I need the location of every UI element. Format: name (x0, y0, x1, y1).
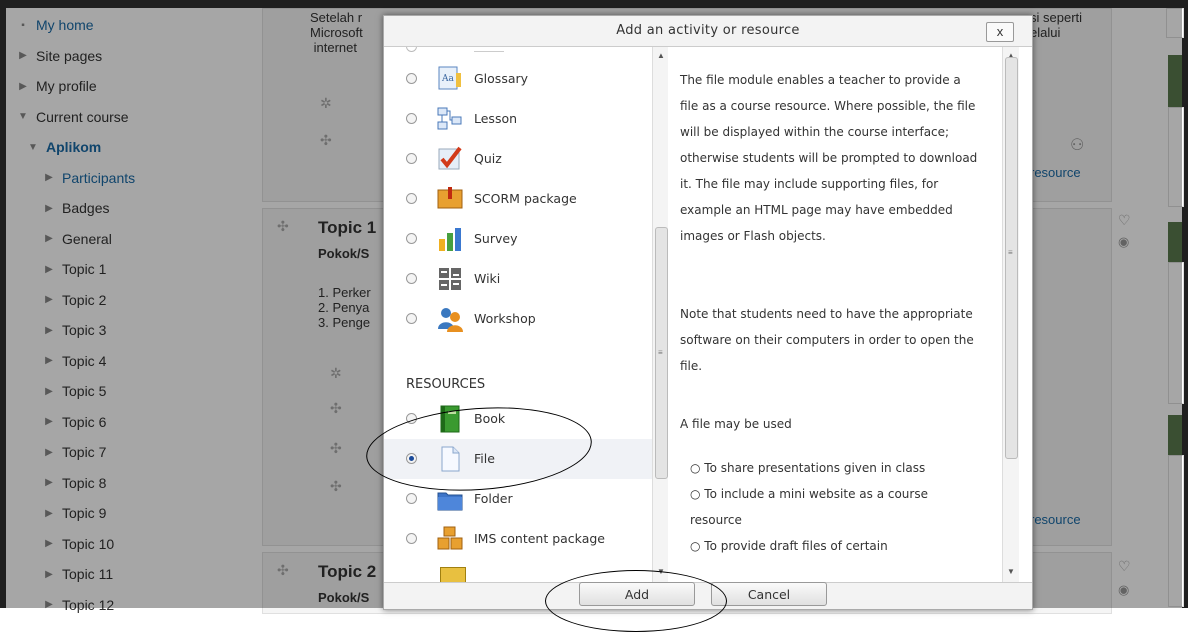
list-item-text: To provide draft files of certain (704, 539, 888, 553)
close-button[interactable]: x (986, 22, 1014, 42)
option-radio[interactable] (406, 273, 417, 284)
bullet-icon: ○ (690, 487, 705, 501)
grip-icon: ≡ (658, 348, 663, 357)
option-label: IMS content package (474, 531, 605, 546)
option-lesson[interactable]: Lesson (384, 99, 652, 139)
resources-section-header: RESOURCES (406, 377, 486, 392)
lesson-icon (436, 105, 464, 133)
option-radio[interactable] (406, 533, 417, 544)
option-label: SCORM package (474, 191, 577, 206)
file-icon (436, 445, 464, 473)
description-paragraph: A file may be used (680, 417, 792, 431)
option-file[interactable]: File (384, 439, 652, 479)
option-label: Quiz (474, 151, 502, 166)
module-description: The file module enables a teacher to pro… (668, 47, 1002, 582)
option-label: File (474, 451, 495, 466)
add-button[interactable]: Add (579, 582, 695, 606)
svg-text:Aa: Aa (441, 74, 454, 84)
option-quiz[interactable]: Quiz (384, 139, 652, 179)
survey-icon (436, 225, 464, 253)
option-radio[interactable] (406, 493, 417, 504)
description-paragraph: The file module enables a teacher to pro… (680, 73, 978, 243)
option-scorm-package[interactable]: SCORM package (384, 179, 652, 219)
option-radio[interactable] (406, 73, 417, 84)
option-survey[interactable]: Survey (384, 219, 652, 259)
scrollbar-thumb[interactable]: ≡ (1005, 57, 1018, 459)
option-label: Book (474, 411, 506, 426)
option-list-scrollbar[interactable]: ▲ ≡ ▼ (652, 47, 669, 582)
scrollbar-thumb[interactable]: ≡ (655, 227, 668, 479)
grip-icon: ≡ (1008, 248, 1013, 257)
scroll-down-icon[interactable]: ▼ (1007, 567, 1015, 576)
dialog-footer: Add Cancel (384, 582, 1032, 609)
list-item-text: To include a mini website as a course re… (690, 487, 928, 527)
option-radio[interactable] (406, 313, 417, 324)
option-radio[interactable] (406, 193, 417, 204)
scroll-up-icon[interactable]: ▲ (657, 51, 665, 60)
radio-partial (406, 47, 417, 52)
wiki-icon (436, 265, 464, 293)
description-paragraph: Note that students need to have the appr… (680, 307, 974, 373)
option-radio[interactable] (406, 413, 417, 424)
bullet-icon: ○ (690, 539, 705, 553)
option-radio[interactable] (406, 153, 417, 164)
option-label: Lesson (474, 111, 518, 126)
option-ims-content-package[interactable]: IMS content package (384, 519, 652, 559)
module-option-list: RESOURCES Aa Glossary Lesson Quiz SCORM pack… (384, 47, 652, 582)
option-book[interactable]: Book (384, 399, 652, 439)
workshop-icon (436, 305, 464, 333)
cancel-button[interactable]: Cancel (711, 582, 827, 606)
option-folder[interactable]: Folder (384, 479, 652, 519)
dialog-body: RESOURCES Aa Glossary Lesson Quiz SCORM pack… (384, 46, 1032, 583)
folder-icon (436, 485, 464, 513)
add-activity-dialog: Add an activity or resource x RESOURCES … (383, 15, 1033, 610)
glossary-icon: Aa (436, 65, 464, 93)
option-workshop[interactable]: Workshop (384, 299, 652, 339)
scroll-down-icon[interactable]: ▼ (657, 567, 665, 576)
option-label: Wiki (474, 271, 501, 286)
partial-option-icon (440, 567, 466, 582)
close-icon: x (996, 24, 1004, 39)
list-top-cutoff (384, 47, 652, 59)
option-label: Survey (474, 231, 518, 246)
description-list-item: ○ To share presentations given in class (690, 455, 980, 481)
list-item-text: To share presentations given in class (704, 461, 926, 475)
scorm-icon (436, 185, 464, 213)
quiz-icon (436, 145, 464, 173)
option-label: Glossary (474, 71, 529, 86)
bullet-icon: ○ (690, 461, 705, 475)
window-frame-top (0, 0, 1188, 8)
option-label: Folder (474, 491, 513, 506)
description-scrollbar[interactable]: ▲ ≡ ▼ (1002, 47, 1019, 582)
option-wiki[interactable]: Wiki (384, 259, 652, 299)
ims-package-icon (436, 525, 464, 553)
option-glossary[interactable]: Aa Glossary (384, 59, 652, 99)
description-list-item: ○ To provide draft files of certain (690, 533, 980, 559)
option-radio[interactable] (406, 453, 417, 464)
option-partial (474, 51, 504, 52)
dialog-title: Add an activity or resource (616, 23, 800, 38)
option-radio[interactable] (406, 233, 417, 244)
option-label: Workshop (474, 311, 536, 326)
book-icon (436, 405, 464, 433)
description-list-item: ○ To include a mini website as a course … (690, 481, 980, 533)
option-radio[interactable] (406, 113, 417, 124)
